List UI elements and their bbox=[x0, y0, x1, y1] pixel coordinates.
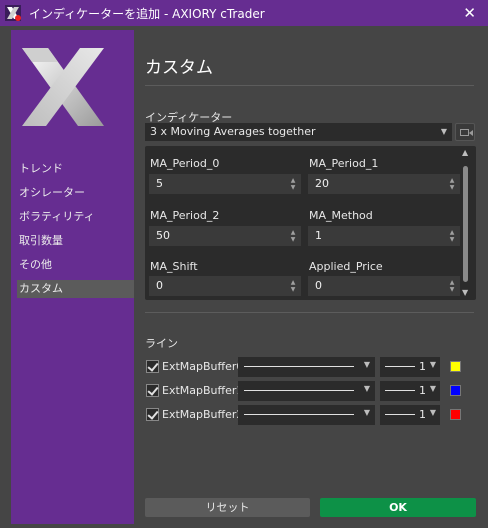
close-icon[interactable]: ✕ bbox=[463, 4, 476, 22]
line-name: ExtMapBuffer1 bbox=[162, 384, 244, 397]
param-value: 0 bbox=[315, 279, 322, 292]
ctrader-logo bbox=[18, 40, 108, 132]
param-value: 20 bbox=[315, 177, 329, 190]
parameters-panel: MA_Period_0 5 ▲ ▼ MA_Period_1 20 ▲ ▼ MA_Pe… bbox=[145, 146, 476, 300]
param-value: 0 bbox=[156, 279, 163, 292]
line-row: ExtMapBuffer2 ▼ 1 ▼ bbox=[145, 405, 475, 425]
line-style-select[interactable]: ▼ bbox=[238, 357, 375, 377]
camera-button[interactable] bbox=[455, 123, 475, 141]
param-label: MA_Period_0 bbox=[150, 157, 220, 170]
line-width-select[interactable]: 1 ▼ bbox=[380, 381, 440, 401]
color-swatch[interactable] bbox=[450, 409, 461, 420]
line-width-select[interactable]: 1 ▼ bbox=[380, 405, 440, 425]
line-width-select[interactable]: 1 ▼ bbox=[380, 357, 440, 377]
window-title: インディケーターを追加 - AXIORY cTrader bbox=[29, 6, 265, 21]
scroll-thumb[interactable] bbox=[463, 166, 468, 282]
sidebar-item-oscillator[interactable]: オシレーター bbox=[17, 184, 134, 202]
param-label: MA_Shift bbox=[150, 260, 198, 273]
line-row: ExtMapBuffer1 ▼ 1 ▼ bbox=[145, 381, 475, 401]
spinner-icon[interactable]: ▲ ▼ bbox=[448, 279, 456, 293]
indicator-select[interactable]: 3 x Moving Averages together ▼ bbox=[145, 123, 452, 141]
indicator-select-value: 3 x Moving Averages together bbox=[150, 125, 316, 138]
title-bar: インディケーターを追加 - AXIORY cTrader ✕ bbox=[0, 0, 488, 26]
line-width-value: 1 bbox=[419, 384, 426, 397]
spinner-icon[interactable]: ▲ ▼ bbox=[289, 279, 297, 293]
line-width-value: 1 bbox=[419, 360, 426, 373]
reset-button[interactable]: リセット bbox=[145, 498, 310, 517]
param-value: 1 bbox=[315, 229, 322, 242]
category-sidebar: トレンド オシレーター ボラティリティ 取引数量 その他 カスタム bbox=[11, 30, 134, 524]
line-width-value: 1 bbox=[419, 408, 426, 421]
divider bbox=[145, 85, 474, 86]
param-input-ma-period-1[interactable]: 20 ▲ ▼ bbox=[308, 174, 460, 194]
line-checkbox[interactable] bbox=[146, 360, 159, 373]
line-name: ExtMapBuffer2 bbox=[162, 408, 244, 421]
param-input-ma-method[interactable]: 1 ▲ ▼ bbox=[308, 226, 460, 246]
param-label: MA_Period_1 bbox=[309, 157, 379, 170]
sidebar-item-volatility[interactable]: ボラティリティ bbox=[17, 208, 134, 226]
ctrader-app-icon bbox=[5, 5, 21, 21]
line-row: ExtMapBuffer0 ▼ 1 ▼ bbox=[145, 357, 475, 377]
ok-button[interactable]: OK bbox=[320, 498, 476, 517]
param-label: MA_Period_2 bbox=[150, 209, 220, 222]
chevron-down-icon: ▼ bbox=[363, 408, 370, 417]
chevron-down-icon: ▼ bbox=[429, 384, 436, 393]
param-input-ma-period-0[interactable]: 5 ▲ ▼ bbox=[149, 174, 301, 194]
line-style-select[interactable]: ▼ bbox=[238, 405, 375, 425]
chevron-down-icon: ▼ bbox=[429, 360, 436, 369]
scroll-down-icon[interactable]: ▼ bbox=[462, 288, 468, 297]
line-style-select[interactable]: ▼ bbox=[238, 381, 375, 401]
param-value: 5 bbox=[156, 177, 163, 190]
color-swatch[interactable] bbox=[450, 385, 461, 396]
spinner-icon[interactable]: ▲ ▼ bbox=[448, 177, 456, 191]
sidebar-item-custom[interactable]: カスタム bbox=[17, 280, 134, 298]
spinner-icon[interactable]: ▲ ▼ bbox=[448, 229, 456, 243]
spinner-icon[interactable]: ▲ ▼ bbox=[289, 177, 297, 191]
divider bbox=[145, 312, 474, 313]
color-swatch[interactable] bbox=[450, 361, 461, 372]
spinner-icon[interactable]: ▲ ▼ bbox=[289, 229, 297, 243]
param-label: MA_Method bbox=[309, 209, 373, 222]
chevron-down-icon: ▼ bbox=[363, 360, 370, 369]
chevron-down-icon: ▼ bbox=[440, 127, 447, 136]
line-name: ExtMapBuffer0 bbox=[162, 360, 244, 373]
line-checkbox[interactable] bbox=[146, 384, 159, 397]
param-input-applied-price[interactable]: 0 ▲ ▼ bbox=[308, 276, 460, 296]
scroll-up-icon[interactable]: ▲ bbox=[462, 148, 468, 157]
chevron-down-icon: ▼ bbox=[363, 384, 370, 393]
param-input-ma-shift[interactable]: 0 ▲ ▼ bbox=[149, 276, 301, 296]
sidebar-item-other[interactable]: その他 bbox=[17, 256, 134, 274]
param-value: 50 bbox=[156, 229, 170, 242]
page-title: カスタム bbox=[145, 58, 213, 78]
sidebar-item-trend[interactable]: トレンド bbox=[17, 160, 134, 178]
param-input-ma-period-2[interactable]: 50 ▲ ▼ bbox=[149, 226, 301, 246]
sidebar-item-volume[interactable]: 取引数量 bbox=[17, 232, 134, 250]
line-checkbox[interactable] bbox=[146, 408, 159, 421]
dialog-body: トレンド オシレーター ボラティリティ 取引数量 その他 カスタム カスタム イ… bbox=[0, 26, 488, 528]
chevron-down-icon: ▼ bbox=[429, 408, 436, 417]
param-label: Applied_Price bbox=[309, 260, 383, 273]
camera-icon bbox=[460, 129, 469, 136]
params-scrollbar[interactable]: ▲ ▼ bbox=[460, 148, 472, 298]
lines-label: ライン bbox=[145, 337, 178, 350]
